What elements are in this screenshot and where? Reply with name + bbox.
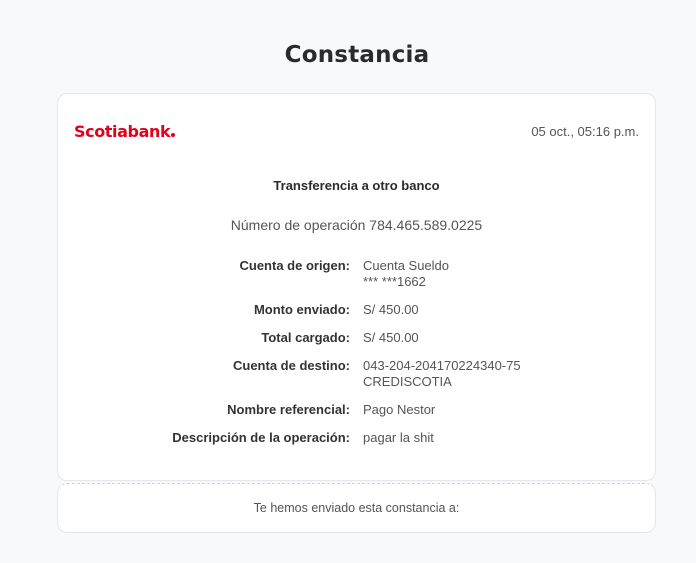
receipt-date: 05 oct., 05:16 p.m.: [531, 124, 639, 139]
logo-text: Scotiabank: [74, 122, 171, 141]
receipt-card: Scotiabank 05 oct., 05:16 p.m. Transfere…: [57, 93, 656, 481]
operation-number: Número de operación 784.465.589.0225: [230, 217, 483, 233]
row-label: Monto enviado:: [253, 302, 350, 317]
scotiabank-logo: Scotiabank: [74, 122, 176, 141]
sent-to-card: Te hemos enviado esta constancia a:: [57, 483, 656, 533]
row-label: Descripción de la operación:: [172, 430, 350, 445]
row-value: Pago Nestor: [363, 402, 436, 417]
row-value: pagar la shit: [363, 430, 434, 445]
row-value-line1: 043-204-204170224340-75: [363, 358, 521, 373]
transfer-type: Transferencia a otro banco: [273, 178, 440, 193]
row-value: S/ 450.00: [363, 302, 419, 317]
row-value-line2: CREDISCOTIA: [363, 374, 452, 389]
row-label: Cuenta de origen:: [239, 258, 350, 273]
sent-to-text: Te hemos enviado esta constancia a:: [253, 501, 460, 515]
row-value: Cuenta Sueldo *** ***1662: [363, 258, 449, 290]
row-label: Total cargado:: [261, 330, 350, 345]
logo-dot-icon: [171, 133, 176, 137]
receipt-page: Constancia Scotiabank 05 oct., 05:16 p.m…: [0, 0, 696, 563]
row-value-line2: *** ***1662: [363, 274, 426, 289]
row-label: Nombre referencial:: [227, 402, 350, 417]
row-label: Cuenta de destino:: [232, 358, 350, 373]
row-value: S/ 450.00: [363, 330, 419, 345]
row-value: 043-204-204170224340-75 CREDISCOTIA: [363, 358, 521, 390]
page-title: Constancia: [284, 42, 430, 68]
row-value-line1: Cuenta Sueldo: [363, 258, 450, 273]
